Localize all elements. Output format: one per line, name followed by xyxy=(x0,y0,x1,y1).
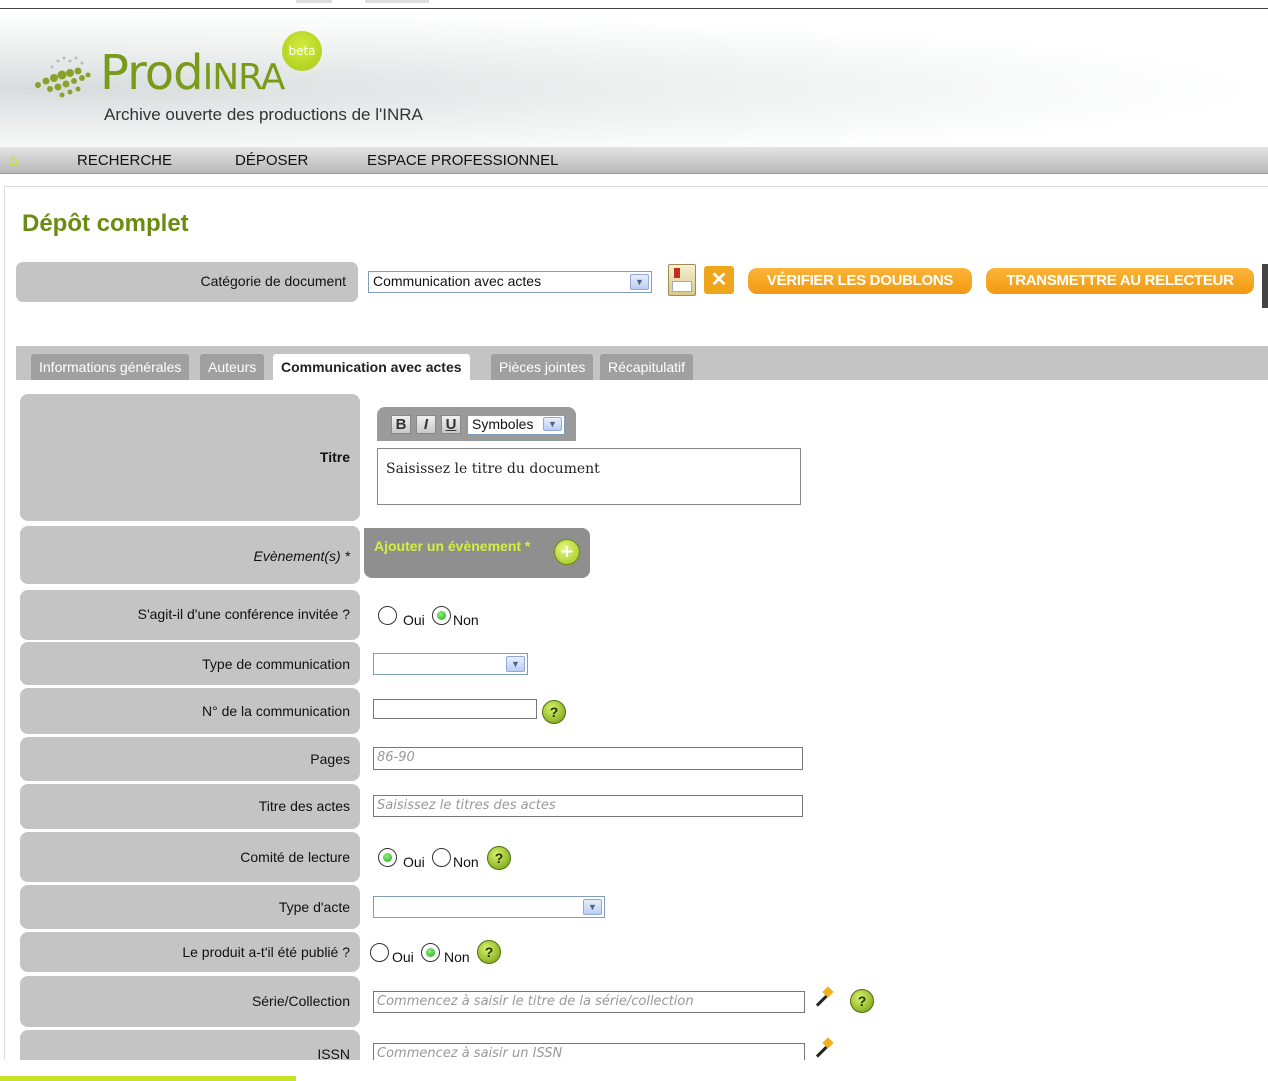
type-communication-label: Type de communication xyxy=(202,656,350,672)
page-title: Dépôt complet xyxy=(22,210,189,237)
comite-non-label: Non xyxy=(453,854,479,870)
symbols-select[interactable]: Symboles ▼ xyxy=(467,415,565,435)
serie-input[interactable]: Commencez à saisir le titre de la série/… xyxy=(373,991,805,1013)
publie-oui-label: Oui xyxy=(392,949,414,965)
publie-non-label: Non xyxy=(444,949,470,965)
row-titre-actes: Titre des actes xyxy=(20,784,360,829)
type-acte-label: Type d'acte xyxy=(278,899,350,915)
row-type-communication: Type de communication xyxy=(20,642,360,685)
plus-icon: + xyxy=(554,539,580,565)
help-icon[interactable]: ? xyxy=(542,700,566,724)
conference-oui-label: Oui xyxy=(403,612,425,628)
conference-invitee-label: S'agit-il d'une conférence invitée ? xyxy=(137,606,350,622)
row-publie: Le produit a-t'il été publié ? xyxy=(20,932,360,972)
help-icon[interactable]: ? xyxy=(850,989,874,1013)
row-comite-lecture: Comité de lecture xyxy=(20,832,360,882)
issn-input[interactable]: Commencez à saisir un ISSN xyxy=(373,1043,805,1060)
main-nav: ⌂ RECHERCHE DÉPOSER ESPACE PROFESSIONNEL xyxy=(0,147,1268,174)
close-icon[interactable]: ✕ xyxy=(704,266,734,294)
editor-toolbar: B I U Symboles ▼ xyxy=(377,407,576,441)
evenements-label: Evènement(s) * xyxy=(253,548,350,564)
pages-placeholder: 86-90 xyxy=(377,750,415,765)
conference-oui-radio[interactable] xyxy=(378,606,397,625)
symbols-select-value: Symboles xyxy=(472,416,534,432)
issn-placeholder: Commencez à saisir un ISSN xyxy=(377,1046,563,1060)
numero-communication-label: N° de la communication xyxy=(202,703,350,719)
numero-communication-input[interactable] xyxy=(373,699,537,719)
tab-pieces-jointes[interactable]: Pièces jointes xyxy=(491,354,594,380)
chevron-down-icon: ▼ xyxy=(506,656,525,672)
underline-button[interactable]: U xyxy=(441,415,461,434)
pages-label: Pages xyxy=(310,751,350,767)
titre-placeholder: Saisissez le titre du document xyxy=(386,461,600,477)
logo-inra: INRA xyxy=(202,57,286,98)
type-communication-select[interactable]: ▼ xyxy=(373,653,528,675)
row-numero-communication: N° de la communication xyxy=(20,688,360,734)
help-icon[interactable]: ? xyxy=(487,846,511,870)
row-pages: Pages xyxy=(20,737,360,781)
titre-textarea[interactable]: Saisissez le titre du document xyxy=(377,448,801,505)
top-deco xyxy=(365,0,429,3)
serie-placeholder: Commencez à saisir le titre de la série/… xyxy=(377,994,694,1009)
chevron-down-icon: ▼ xyxy=(630,274,649,290)
tab-communication-avec-actes[interactable]: Communication avec actes xyxy=(273,354,470,380)
row-serie: Série/Collection xyxy=(20,976,360,1027)
type-acte-select[interactable]: ▼ xyxy=(373,896,605,918)
category-select-value: Communication avec actes xyxy=(373,273,542,289)
help-icon[interactable]: ? xyxy=(477,940,501,964)
tab-informations-generales[interactable]: Informations générales xyxy=(31,354,190,380)
titre-actes-label: Titre des actes xyxy=(258,798,350,814)
titre-actes-placeholder: Saisissez le titres des actes xyxy=(377,798,556,813)
top-deco xyxy=(296,0,332,3)
row-issn: ISSN xyxy=(20,1030,360,1062)
titre-label: Titre xyxy=(319,449,350,465)
tab-recapitulatif[interactable]: Récapitulatif xyxy=(600,354,694,380)
titre-actes-input[interactable]: Saisissez le titres des actes xyxy=(373,795,803,817)
publie-oui-radio[interactable] xyxy=(370,943,389,962)
conference-non-radio[interactable] xyxy=(432,606,451,625)
serie-label: Série/Collection xyxy=(251,993,350,1009)
transmit-button[interactable]: TRANSMETTRE AU RELECTEUR xyxy=(986,268,1254,294)
scroll-edge xyxy=(1262,264,1268,308)
nav-item-recherche[interactable]: RECHERCHE xyxy=(77,152,172,169)
chevron-down-icon: ▼ xyxy=(583,899,602,915)
comite-non-radio[interactable] xyxy=(432,848,451,867)
category-label: Catégorie de document xyxy=(200,273,346,289)
category-row: Catégorie de document xyxy=(16,262,358,302)
logo-prod: Prod xyxy=(100,45,204,101)
tab-auteurs[interactable]: Auteurs xyxy=(200,354,265,380)
site-tagline: Archive ouverte des productions de l'INR… xyxy=(104,105,423,124)
bottom-accent-bar xyxy=(0,1076,296,1081)
conference-non-label: Non xyxy=(453,612,479,628)
save-icon[interactable] xyxy=(668,264,696,296)
check-duplicates-button[interactable]: VÉRIFIER LES DOUBLONS xyxy=(748,268,972,294)
comite-oui-label: Oui xyxy=(403,854,425,870)
row-conference-invitee: S'agit-il d'une conférence invitée ? xyxy=(20,590,360,640)
add-event-label: Ajouter un évènement * xyxy=(374,538,531,554)
publie-label: Le produit a-t'il été publié ? xyxy=(182,944,350,960)
logo-dots-icon xyxy=(35,56,91,98)
beta-badge: beta xyxy=(282,31,322,71)
row-evenements: Evènement(s) * xyxy=(20,526,360,584)
wand-icon[interactable] xyxy=(812,1039,834,1061)
nav-item-espace-professionnel[interactable]: ESPACE PROFESSIONNEL xyxy=(367,152,558,169)
logo-wordmark[interactable]: ProdINRA xyxy=(100,43,286,108)
site-header: ProdINRA beta Archive ouverte des produc… xyxy=(0,9,1268,147)
publie-non-radio[interactable] xyxy=(421,943,440,962)
top-border xyxy=(0,0,1268,9)
row-titre: Titre xyxy=(20,394,360,521)
wand-icon[interactable] xyxy=(812,988,834,1010)
chevron-down-icon: ▼ xyxy=(543,417,562,431)
add-event-button[interactable]: Ajouter un évènement * + xyxy=(364,528,590,578)
row-type-acte: Type d'acte xyxy=(20,885,360,929)
nav-item-deposer[interactable]: DÉPOSER xyxy=(235,152,308,169)
italic-button[interactable]: I xyxy=(416,415,436,434)
pages-input[interactable]: 86-90 xyxy=(373,747,803,770)
bold-button[interactable]: B xyxy=(391,415,411,434)
comite-oui-radio[interactable] xyxy=(378,848,397,867)
category-select[interactable]: Communication avec actes ▼ xyxy=(368,271,652,293)
comite-lecture-label: Comité de lecture xyxy=(240,849,350,865)
home-icon[interactable]: ⌂ xyxy=(8,150,24,169)
